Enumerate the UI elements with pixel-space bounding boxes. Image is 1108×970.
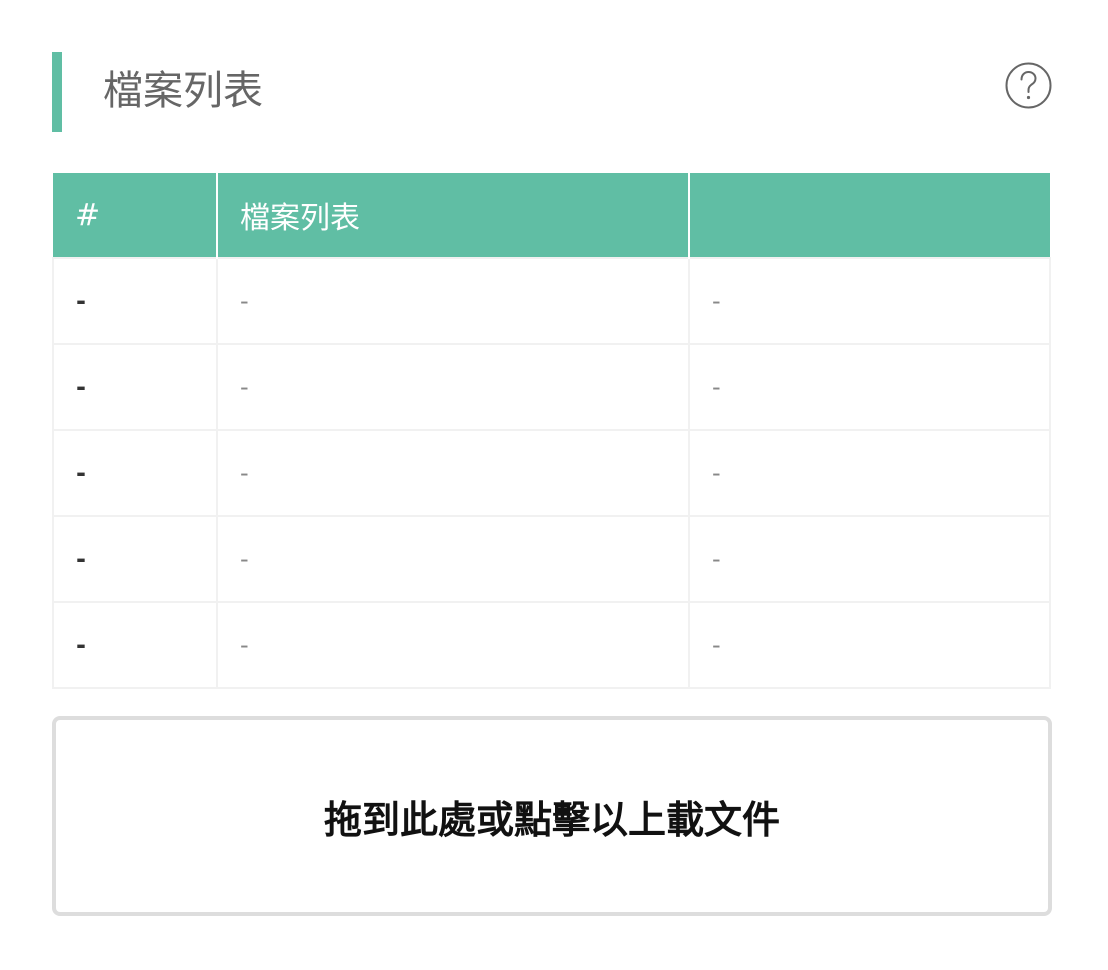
table-row: --- [52, 257, 1051, 345]
cell-filename: - [216, 257, 690, 345]
table-row: --- [52, 429, 1051, 517]
section-title: 檔案列表 [103, 68, 263, 114]
cell-number: - [52, 601, 218, 689]
cell-filename: - [216, 515, 690, 603]
upload-label: 拖到此處或點擊以上載文件 [323, 797, 780, 842]
table-row: --- [52, 601, 1051, 689]
table-header-row: # 檔案列表 [53, 173, 1050, 258]
column-header-actions [688, 173, 1050, 258]
upload-dropzone[interactable]: 拖到此處或點擊以上載文件 [52, 716, 1052, 916]
cell-number: - [52, 257, 218, 345]
cell-number: - [52, 429, 218, 517]
cell-number: - [52, 343, 218, 431]
cell-filename: - [216, 429, 690, 517]
cell-number: - [52, 515, 218, 603]
cell-actions: - [688, 257, 1051, 345]
column-header-filename: 檔案列表 [216, 173, 689, 258]
help-icon[interactable] [1005, 62, 1052, 109]
cell-actions: - [688, 601, 1051, 689]
cell-actions: - [688, 515, 1051, 603]
cell-actions: - [688, 343, 1051, 431]
cell-actions: - [688, 429, 1051, 517]
column-header-number: # [53, 173, 217, 258]
table-row: --- [52, 515, 1051, 603]
table-row: --- [52, 343, 1051, 431]
section-header: 檔案列表 [52, 52, 1052, 132]
accent-bar [52, 52, 62, 132]
file-table: # 檔案列表 --------------- [52, 173, 1051, 689]
cell-filename: - [216, 601, 690, 689]
cell-filename: - [216, 343, 690, 431]
